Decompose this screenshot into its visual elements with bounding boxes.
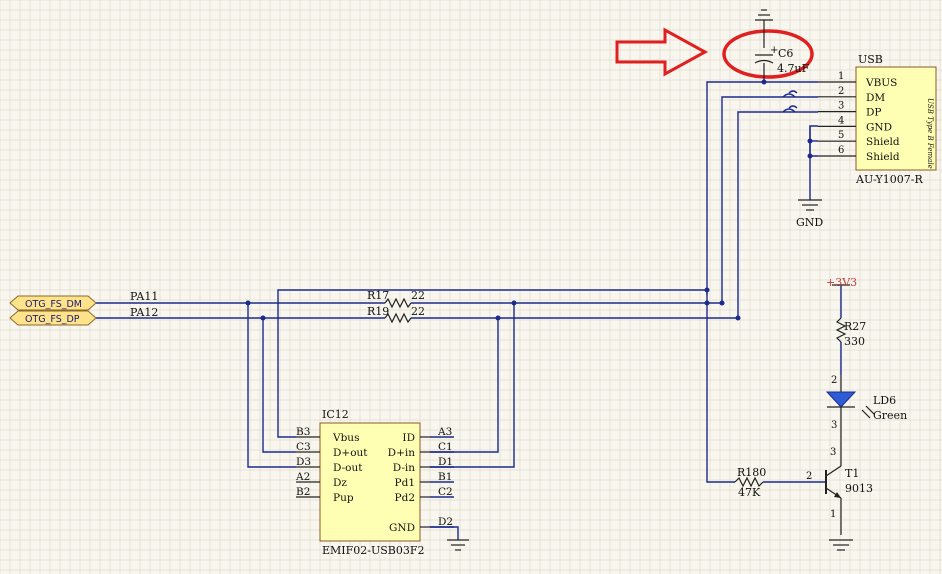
- r19-value: 22: [411, 305, 425, 318]
- ld6-pin-k: 3: [831, 420, 837, 431]
- transistor-ground: [829, 539, 853, 551]
- ld6-pin-a: 2: [831, 375, 837, 386]
- port-otg-fs-dp[interactable]: OTG_FS_DP: [9, 310, 97, 326]
- r27-ref: R27: [844, 320, 866, 333]
- usb-pin-name: Shield: [866, 136, 900, 148]
- ic12-pin-number: B1: [438, 471, 452, 483]
- ic12-pin-name: Dz: [333, 477, 347, 489]
- port-otg-fs-dm[interactable]: OTG_FS_DM: [9, 295, 97, 311]
- ic12-pin-name: D-out: [333, 462, 363, 474]
- usb-pin-number: 2: [838, 86, 844, 97]
- usb-pin-number: 5: [838, 130, 844, 141]
- net-label-pa12: PA12: [130, 306, 158, 319]
- usb-value: AU-Y1007-R: [855, 173, 924, 186]
- r27-value: 330: [844, 335, 865, 348]
- net-label-pa11: PA11: [130, 290, 158, 303]
- t1-pin-c: 3: [830, 447, 836, 458]
- ic12-pin-name: D+out: [333, 447, 368, 459]
- usb-wires: [706, 78, 818, 318]
- port-dp-label: OTG_FS_DP: [25, 314, 80, 325]
- usb-gnd-label: GND: [796, 216, 823, 229]
- ic12-pin-number: B2: [296, 486, 310, 498]
- t1-pin-b: 2: [806, 471, 812, 482]
- grid: [0, 0, 942, 574]
- ic12-pin-number: C1: [438, 441, 453, 453]
- r19-ref: R19: [367, 305, 389, 318]
- ic12-pin-number: C2: [438, 486, 453, 498]
- ic12-pin-name: Pup: [333, 492, 354, 504]
- usb-pin-number: 3: [838, 101, 844, 112]
- usb-pin-number: 1: [838, 71, 844, 82]
- usb-pin-number: 6: [838, 145, 844, 156]
- ic12-pin-number: D2: [438, 516, 453, 528]
- r17-value: 22: [411, 289, 425, 302]
- usb-pin-name: DP: [866, 107, 881, 119]
- usb-pin-name: GND: [866, 121, 892, 133]
- r17-ref: R17: [367, 289, 389, 302]
- r180-ref: R180: [737, 466, 766, 479]
- c6-value: 4.7uF: [777, 62, 810, 75]
- r180-value: 47K: [738, 486, 761, 499]
- ic12-pin-name: D+in: [388, 447, 416, 459]
- port-dm-label: OTG_FS_DM: [25, 299, 82, 310]
- ld6-value: Green: [873, 409, 907, 422]
- ld6-ref: LD6: [873, 394, 896, 407]
- usb-pin-name: DM: [866, 92, 885, 104]
- ic12-pin-name: D-in: [393, 462, 416, 474]
- c6-ref: C6: [778, 47, 793, 60]
- ic12-pin-number: A2: [295, 471, 310, 483]
- ic12-pin-number: D3: [296, 456, 311, 468]
- t1-value: 9013: [845, 482, 873, 495]
- ic12-pin-name: GND: [389, 522, 415, 534]
- t1-pin-e: 1: [830, 509, 836, 520]
- ic12-pin-name: ID: [402, 432, 415, 444]
- ic12-pin-name: Pd2: [395, 492, 415, 504]
- usb-pin-name: VBUS: [865, 77, 897, 89]
- ic12-pin-number: A3: [437, 426, 452, 438]
- resistor-r27[interactable]: R27 330: [835, 317, 866, 375]
- usb-subtext: USB Type B Female: [926, 98, 934, 169]
- usb-pin-name: Shield: [866, 151, 900, 163]
- usb-pin-number: 4: [838, 115, 844, 126]
- schematic-canvas: + C6 4.7uF USB AU-Y1007-R USB Type B Fem…: [0, 0, 942, 574]
- ic12-pin-name: Vbus: [332, 432, 359, 444]
- t1-ref: T1: [845, 467, 859, 480]
- resistor-r19[interactable]: R19 22: [367, 305, 425, 324]
- ic12-value: EMIF02-USB03F2: [322, 544, 425, 557]
- ic12-pin-name: Pd1: [395, 477, 415, 489]
- power-label: +3V3: [826, 276, 857, 289]
- ic12-pin-number: B3: [296, 426, 310, 438]
- power-rail-3v3: +3V3: [826, 276, 857, 318]
- ic12-pin-number: C3: [296, 441, 311, 453]
- ic12-pin-number: D1: [438, 456, 453, 468]
- usb-ref: USB: [858, 53, 883, 66]
- ic12-ref: IC12: [322, 408, 349, 421]
